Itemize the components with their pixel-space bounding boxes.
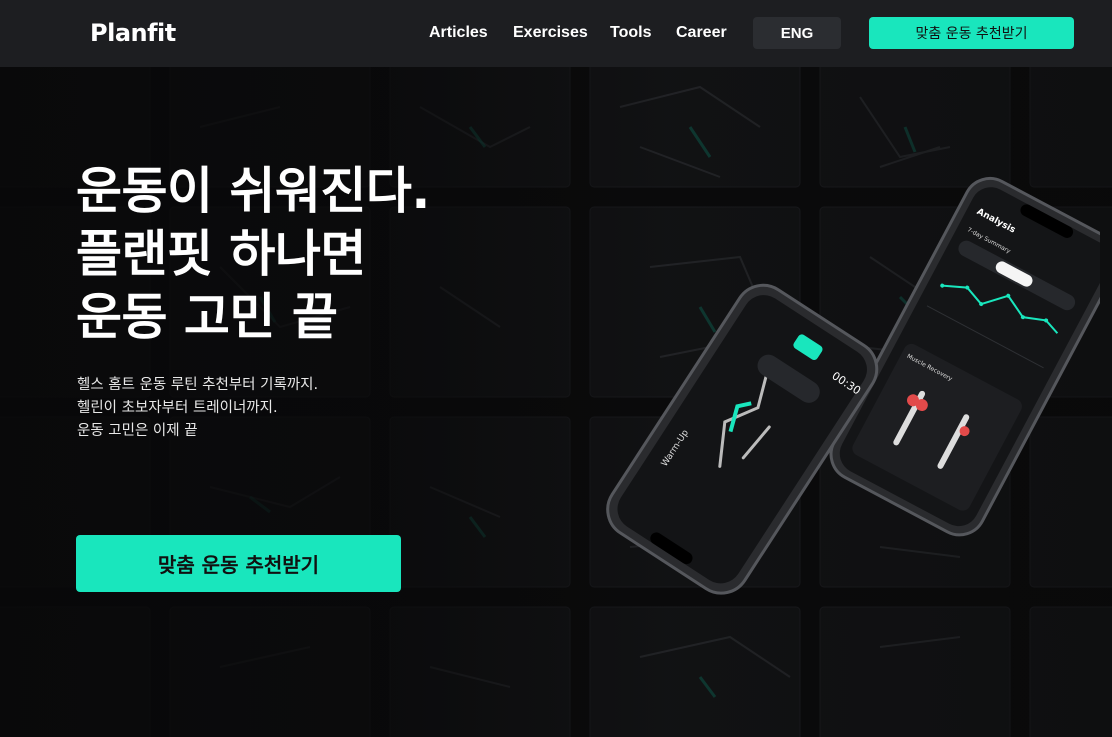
hero-headline: 운동이 쉬워진다. 플랜핏 하나면 운동 고민 끝 [76,160,430,349]
nav-tools[interactable]: Tools [610,24,651,42]
top-navbar: Planfit Articles Exercises Tools Career … [0,0,1112,67]
planfit-logo[interactable]: Planfit [90,19,176,47]
subtitle-line-3: 운동 고민은 이제 끝 [77,423,198,439]
app-phones-image: Analysis 7-day Summary Muscle Recovery W… [606,177,1100,595]
nav-career[interactable]: Career [676,24,727,42]
header-recommend-button[interactable]: 맞춤 운동 추천받기 [869,17,1074,49]
hero-subtitle: 헬스 홈트 운동 루틴 추천부터 기록까지. 헬린이 초보자부터 트레이너까지.… [77,374,318,443]
subtitle-line-1: 헬스 홈트 운동 루틴 추천부터 기록까지. [77,377,319,393]
headline-line-3: 운동 고민 끝 [76,288,338,346]
hero-section: 운동이 쉬워진다. 플랜핏 하나면 운동 고민 끝 헬스 홈트 운동 루틴 추천… [0,67,1112,737]
nav-articles[interactable]: Articles [429,24,488,42]
headline-line-2: 플랜핏 하나면 [76,225,366,283]
subtitle-line-2: 헬린이 초보자부터 트레이너까지. [77,400,278,416]
language-toggle-button[interactable]: ENG [753,17,841,49]
headline-line-1: 운동이 쉬워진다. [76,162,430,220]
hero-recommend-button[interactable]: 맞춤 운동 추천받기 [76,535,401,592]
nav-exercises[interactable]: Exercises [513,24,588,42]
